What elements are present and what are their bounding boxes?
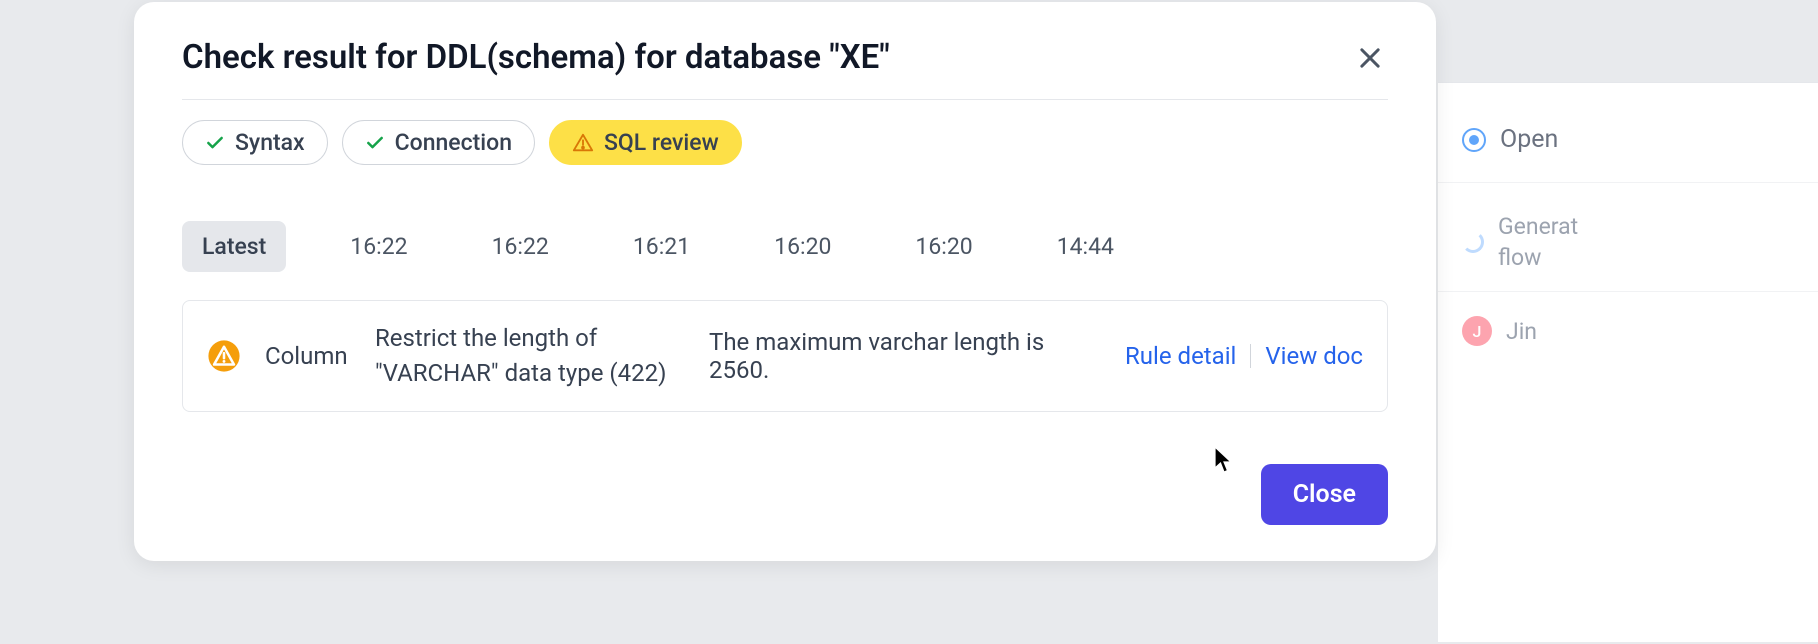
pill-syntax[interactable]: Syntax [182, 120, 328, 165]
check-icon [365, 133, 385, 153]
modal-title: Check result for DDL(schema) for databas… [182, 38, 890, 77]
time-tab-3[interactable]: 16:21 [613, 221, 710, 272]
modal-footer: Close [182, 464, 1388, 525]
time-tab-6[interactable]: 14:44 [1037, 221, 1134, 272]
user-row: J Jin [1438, 291, 1818, 364]
time-tabs-2[interactable]: 16:22 [472, 221, 569, 272]
time-tab-5[interactable]: 16:20 [895, 221, 992, 272]
result-category: Column [265, 342, 351, 370]
close-icon [1356, 44, 1384, 72]
time-tabs-row: Latest 16:22 16:22 16:21 16:20 16:20 14:… [182, 221, 1388, 272]
pill-syntax-label: Syntax [235, 129, 305, 156]
result-rule-text: Restrict the length of "VARCHAR" data ty… [375, 321, 685, 391]
link-divider [1250, 344, 1251, 368]
avatar: J [1462, 316, 1492, 346]
pill-sql-review[interactable]: SQL review [549, 120, 742, 165]
spinner-icon [1462, 231, 1484, 253]
time-tab-1[interactable]: 16:22 [330, 221, 427, 272]
generate-flow-text: Generat flow [1498, 211, 1578, 273]
close-icon-button[interactable] [1352, 40, 1388, 76]
warning-icon [572, 132, 594, 154]
check-category-pills: Syntax Connection SQL review [182, 120, 1388, 165]
close-button[interactable]: Close [1261, 464, 1388, 525]
generate-flow-row: Generat flow [1438, 182, 1818, 291]
result-warning-icon [207, 339, 241, 373]
modal-header: Check result for DDL(schema) for databas… [182, 38, 1388, 100]
view-doc-link[interactable]: View doc [1265, 342, 1363, 370]
check-icon [205, 133, 225, 153]
result-message-text: The maximum varchar length is 2560. [709, 328, 1101, 384]
check-result-modal: Check result for DDL(schema) for databas… [134, 2, 1436, 561]
pill-connection[interactable]: Connection [342, 120, 535, 165]
radio-selected-icon [1462, 128, 1486, 152]
result-row: Column Restrict the length of "VARCHAR" … [182, 300, 1388, 412]
status-open-row: Open [1438, 83, 1818, 182]
pill-sql-review-label: SQL review [604, 129, 719, 156]
status-open-label: Open [1500, 125, 1558, 154]
rule-detail-link[interactable]: Rule detail [1125, 342, 1236, 370]
result-links: Rule detail View doc [1125, 342, 1363, 370]
time-tab-latest[interactable]: Latest [182, 221, 286, 272]
user-name-label: Jin [1506, 318, 1537, 345]
pill-connection-label: Connection [395, 129, 512, 156]
time-tab-4[interactable]: 16:20 [754, 221, 851, 272]
background-side-panel: Open Generat flow J Jin [1438, 82, 1818, 642]
